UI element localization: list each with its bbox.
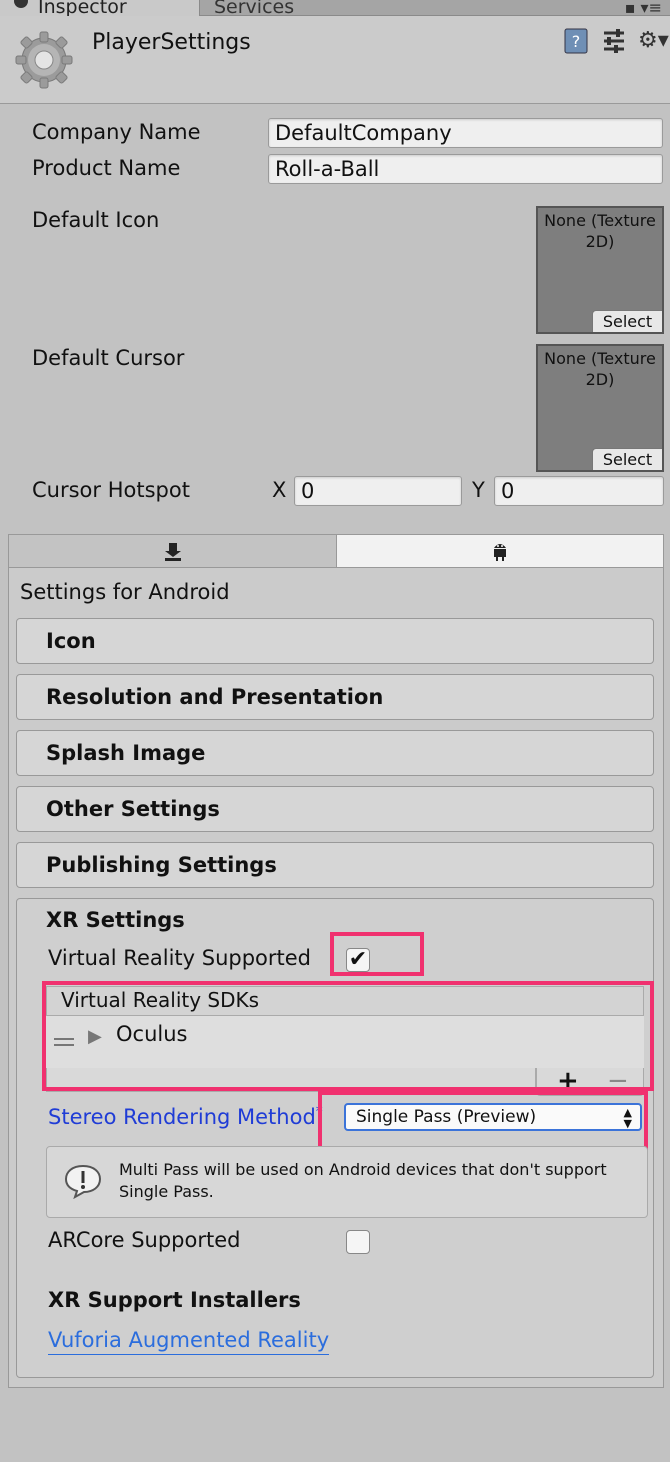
page-title: PlayerSettings [92,30,251,55]
default-cursor-texture-text: None (Texture 2D) [538,348,662,390]
tab-inspector[interactable]: Inspector [0,0,200,16]
default-icon-label: Default Icon [32,208,160,232]
inspector-header: PlayerSettings ? ⚙▾ [0,16,670,104]
section-publishing-settings[interactable]: Publishing Settings [16,842,654,888]
window-tab-bar: Inspector Services ▪ ▾≡ [0,0,670,17]
default-icon-texture-slot[interactable]: None (Texture 2D) Select [536,206,664,334]
texture-none-line2: 2D) [585,370,615,389]
tab-services-label: Services [214,0,295,16]
download-icon [164,543,181,561]
help-text: Multi Pass will be used on Android devic… [119,1160,607,1201]
arcore-supported-checkbox[interactable] [346,1230,370,1254]
platform-tab-standalone[interactable] [8,534,337,568]
presets-sliders-icon[interactable] [602,28,626,60]
company-name-field[interactable]: DefaultCompany [268,118,663,148]
product-name-field[interactable]: Roll-a-Ball [268,154,663,184]
help-book-icon[interactable]: ? [564,28,588,60]
platform-tab-android[interactable] [337,534,664,568]
default-cursor-label: Default Cursor [32,346,185,370]
tab-menu-icon[interactable]: ▪ ▾≡ [625,0,662,17]
highlight-vr-sdks [42,981,654,1091]
gear-menu-icon[interactable]: ⚙▾ [638,28,669,53]
info-icon [14,0,28,8]
default-cursor-texture-slot[interactable]: None (Texture 2D) Select [536,344,664,472]
section-resolution-presentation[interactable]: Resolution and Presentation [16,674,654,720]
tab-inspector-label: Inspector [38,0,127,16]
tab-services[interactable]: Services [200,0,360,16]
hotspot-x-label: X [272,478,287,502]
default-icon-select-button[interactable]: Select [592,310,662,332]
section-icon[interactable]: Icon [16,618,654,664]
texture-none-line1: None (Texture [544,349,656,368]
hotspot-y-field[interactable]: 0 [494,476,664,506]
stereo-rendering-label-text: Stereo Rendering Method [48,1105,316,1129]
cursor-hotspot-label: Cursor Hotspot [32,478,190,502]
stereo-rendering-label: Stereo Rendering Method* [48,1104,323,1129]
company-name-label: Company Name [32,120,201,144]
speech-bubble-info-icon [64,1164,102,1199]
android-icon [494,544,506,561]
section-other-settings[interactable]: Other Settings [16,786,654,832]
arcore-supported-label: ARCore Supported [48,1228,241,1252]
settings-for-android-label: Settings for Android [20,580,230,604]
xr-settings-title[interactable]: XR Settings [46,908,185,932]
default-cursor-select-button[interactable]: Select [592,448,662,470]
xr-installers-title: XR Support Installers [48,1288,301,1312]
product-name-label: Product Name [32,156,181,180]
texture-none-line2: 2D) [585,232,615,251]
texture-none-line1: None (Texture [544,211,656,230]
help-box: Multi Pass will be used on Android devic… [46,1146,648,1218]
svg-text:?: ? [572,32,581,51]
hotspot-y-label: Y [472,478,485,502]
hotspot-x-field[interactable]: 0 [294,476,462,506]
vuforia-link[interactable]: Vuforia Augmented Reality [48,1328,330,1355]
section-splash-image[interactable]: Splash Image [16,730,654,776]
default-icon-texture-text: None (Texture 2D) [538,210,662,252]
highlight-vr-checkbox [330,932,424,976]
settings-gear-icon [15,31,73,89]
highlight-stereo-dropdown [318,1091,648,1151]
vr-supported-label: Virtual Reality Supported [48,946,312,970]
